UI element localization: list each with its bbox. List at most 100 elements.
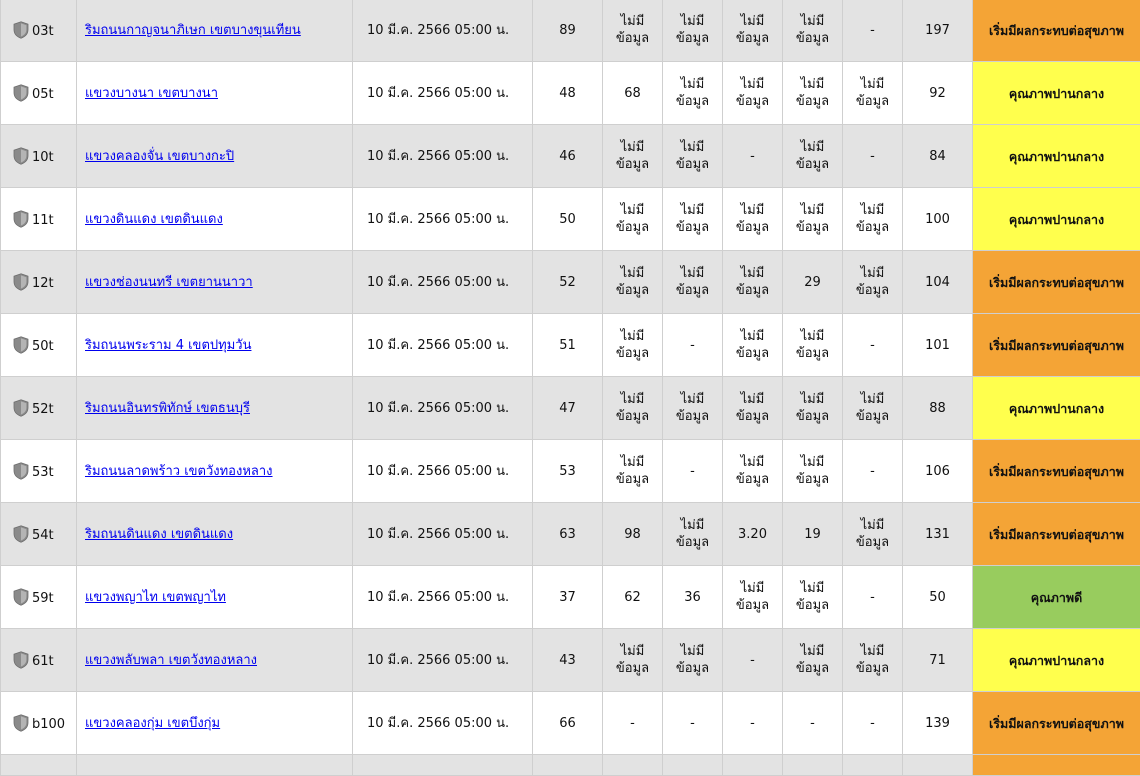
value-cell-c2: 68 xyxy=(603,62,663,125)
value-cell-c6: - xyxy=(843,566,903,629)
value-text: ไม่มีข้อมูล xyxy=(856,391,889,425)
aqi-value: 197 xyxy=(903,0,973,62)
value-cell-c3: ไม่มีข้อมูล xyxy=(663,188,723,251)
station-location-link[interactable]: แขวงพญาไท เขตพญาไท xyxy=(85,590,226,605)
station-location-link[interactable]: แขวงบางนา เขตบางนา xyxy=(85,86,218,101)
timestamp: 10 มี.ค. 2566 05:00 น. xyxy=(353,503,533,566)
station-location-link[interactable]: ริมถนนอินทรพิทักษ์ เขตธนบุรี xyxy=(85,401,250,416)
location-cell: ริมถนนอินทรพิทักษ์ เขตธนบุรี xyxy=(77,377,353,440)
status-badge: เริ่มมีผลกระทบต่อสุขภาพ xyxy=(973,314,1140,377)
value-cell-c1: 51 xyxy=(533,314,603,377)
value-text: ไม่มีข้อมูล xyxy=(736,265,769,299)
shield-icon xyxy=(13,147,29,165)
status-badge: คุณภาพปานกลาง xyxy=(973,377,1140,440)
aqi-value: 139 xyxy=(903,692,973,755)
table-row: 53tริมถนนลาดพร้าว เขตวังทองหลาง10 มี.ค. … xyxy=(1,440,1140,503)
status-badge: เริ่มมีผลกระทบต่อสุขภาพ xyxy=(973,0,1140,62)
value-cell-c2: ไม่มีข้อมูล xyxy=(603,0,663,62)
timestamp: 10 มี.ค. 2566 05:00 น. xyxy=(353,62,533,125)
location-cell: ริมถนนดินแดง เขตดินแดง xyxy=(77,503,353,566)
station-location-link[interactable]: ริมถนนพระราม 4 เขตปทุมวัน xyxy=(85,338,251,353)
value-cell-c2: ไม่มีข้อมูล xyxy=(603,125,663,188)
value-cell-c4: ไม่มีข้อมูล xyxy=(723,440,783,503)
value-cell-c3: ไม่มีข้อมูล xyxy=(663,0,723,62)
timestamp: 10 มี.ค. 2566 05:00 น. xyxy=(353,692,533,755)
table-row: 12tแขวงช่องนนทรี เขตยานนาวา10 มี.ค. 2566… xyxy=(1,251,1140,314)
value-text: ไม่มีข้อมูล xyxy=(736,202,769,236)
location-cell: ริมถนนกาญจนาภิเษก เขตบางขุนเทียน xyxy=(77,0,353,62)
value-text: ไม่มีข้อมูล xyxy=(796,202,829,236)
table-body: 03tริมถนนกาญจนาภิเษก เขตบางขุนเทียน10 มี… xyxy=(1,0,1140,776)
station-location-link[interactable]: แขวงคลองกุ่ม เขตบึงกุ่ม xyxy=(85,716,220,731)
value-cell-c5: 29 xyxy=(783,251,843,314)
value-text: ไม่มีข้อมูล xyxy=(736,580,769,614)
value-text: ไม่มีข้อมูล xyxy=(616,139,649,173)
value-text: ไม่มีข้อมูล xyxy=(616,13,649,47)
value-cell-c5: ไม่มีข้อมูล xyxy=(783,188,843,251)
value-cell-c1: 47 xyxy=(533,377,603,440)
value-text: ไม่มีข้อมูล xyxy=(676,13,709,47)
value-text: ไม่มีข้อมูล xyxy=(616,643,649,677)
value-cell-c5: ไม่มีข้อมูล xyxy=(783,0,843,62)
value-text: ไม่มีข้อมูล xyxy=(676,202,709,236)
station-cell: 53t xyxy=(1,440,77,503)
station-id: 52t xyxy=(32,402,54,417)
value-cell-c1: 63 xyxy=(533,503,603,566)
value-text: ไม่มีข้อมูล xyxy=(616,202,649,236)
station-cell: 10t xyxy=(1,125,77,188)
aqi-value: 88 xyxy=(903,377,973,440)
value-text: ไม่มีข้อมูล xyxy=(616,454,649,488)
station-location-link[interactable]: แขวงพลับพลา เขตวังทองหลาง xyxy=(85,653,257,668)
value-cell-c4: ไม่มีข้อมูล xyxy=(723,566,783,629)
shield-icon xyxy=(13,588,29,606)
station-location-link[interactable]: แขวงดินแดง เขตดินแดง xyxy=(85,212,223,227)
shield-icon xyxy=(13,462,29,480)
station-cell: b100 xyxy=(1,692,77,755)
station-location-link[interactable]: ริมถนนลาดพร้าว เขตวังทองหลาง xyxy=(85,464,273,479)
value-text: ไม่มีข้อมูล xyxy=(616,328,649,362)
location-cell: ริมถนนลาดพร้าว เขตวังทองหลาง xyxy=(77,440,353,503)
shield-icon xyxy=(13,336,29,354)
value-cell-c6: - xyxy=(843,692,903,755)
status-badge: คุณภาพดี xyxy=(973,566,1140,629)
value-text: ไม่มีข้อมูล xyxy=(796,454,829,488)
station-cell: 11t xyxy=(1,188,77,251)
station-location-link[interactable]: ริมถนนดินแดง เขตดินแดง xyxy=(85,527,233,542)
aqi-value: 84 xyxy=(903,125,973,188)
shield-icon xyxy=(13,714,29,732)
station-cell: 52t xyxy=(1,377,77,440)
station-id: 61t xyxy=(32,654,54,669)
value-cell-c3: ไม่มีข้อมูล xyxy=(663,62,723,125)
table-row: 05t แขวงบางนา เขตบางนา 10 มี.ค. 2566 05:00… xyxy=(1,62,1140,125)
value-cell-c1: 37 xyxy=(533,566,603,629)
timestamp: 10 มี.ค. 2566 05:00 น. xyxy=(353,125,533,188)
station-cell: 05t xyxy=(1,62,77,125)
value-cell-c3: - xyxy=(663,440,723,503)
timestamp: 10 มี.ค. 2566 05:00 น. xyxy=(353,314,533,377)
value-cell-c4: - xyxy=(723,629,783,692)
value-cell-c1: 48 xyxy=(533,62,603,125)
value-text: ไม่มีข้อมูล xyxy=(856,265,889,299)
value-text: ไม่มีข้อมูล xyxy=(676,517,709,551)
value-cell-c3: ไม่มีข้อมูล xyxy=(663,251,723,314)
station-id: 10t xyxy=(32,150,54,165)
value-cell-c3: ไม่มีข้อมูล xyxy=(663,125,723,188)
station-location-link[interactable]: แขวงช่องนนทรี เขตยานนาวา xyxy=(85,275,253,290)
value-cell-c5: ไม่มีข้อมูล xyxy=(783,377,843,440)
table-row: 52tริมถนนอินทรพิทักษ์ เขตธนบุรี10 มี.ค. … xyxy=(1,377,1140,440)
station-location-link[interactable]: แขวงคลองจั่น เขตบางกะปิ xyxy=(85,149,234,164)
value-cell-c3: - xyxy=(663,692,723,755)
status-badge: คุณภาพปานกลาง xyxy=(973,188,1140,251)
table-row: 61tแขวงพลับพลา เขตวังทองหลาง10 มี.ค. 256… xyxy=(1,629,1140,692)
station-location-link[interactable]: ริมถนนกาญจนาภิเษก เขตบางขุนเทียน xyxy=(85,23,301,38)
aqi-value: 104 xyxy=(903,251,973,314)
value-cell-c4: 3.20 xyxy=(723,503,783,566)
station-id: 53t xyxy=(32,465,54,480)
status-badge: คุณภาพปานกลาง xyxy=(973,125,1140,188)
value-cell-c1: 50 xyxy=(533,188,603,251)
value-cell-c6: - xyxy=(843,440,903,503)
value-text: ไม่มีข้อมูล xyxy=(736,454,769,488)
value-text: ไม่มีข้อมูล xyxy=(736,13,769,47)
station-cell: 61t xyxy=(1,629,77,692)
value-text: ไม่มีข้อมูล xyxy=(736,391,769,425)
